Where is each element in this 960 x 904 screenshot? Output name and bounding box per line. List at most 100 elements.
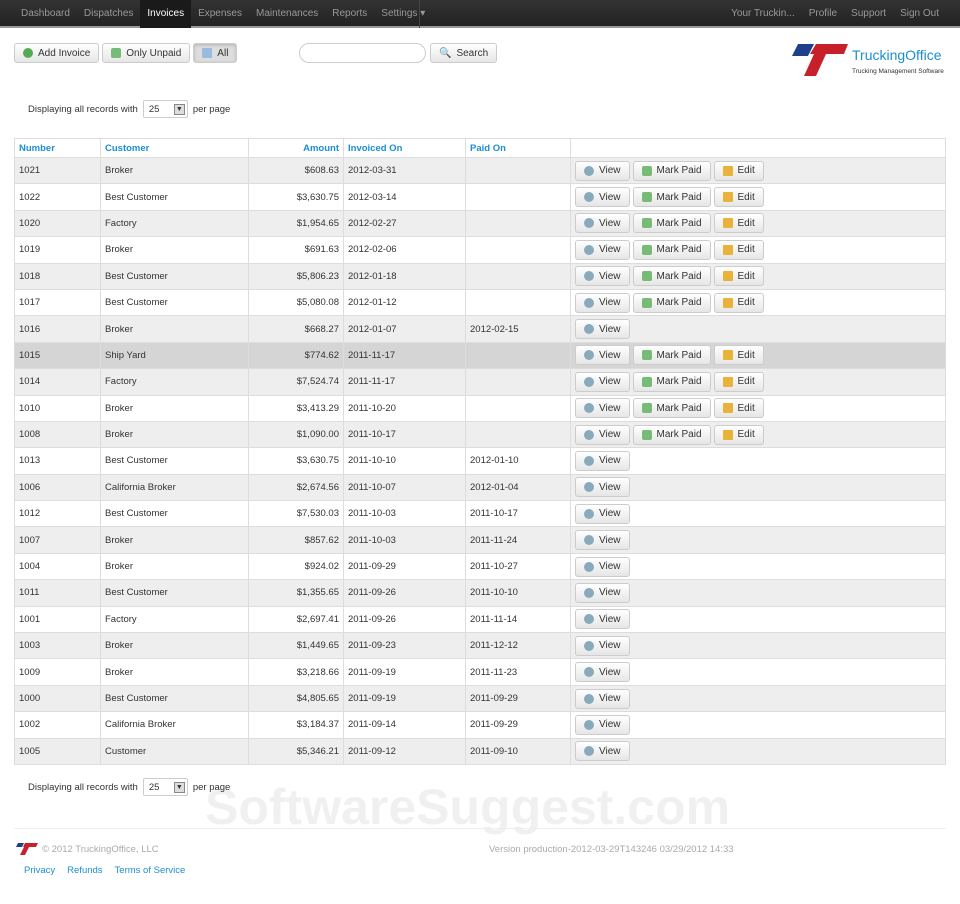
mark-paid-button[interactable]: Mark Paid	[632, 187, 711, 208]
view-button[interactable]: View	[575, 503, 630, 524]
footer-link-refunds[interactable]: Refunds	[67, 865, 102, 876]
view-button[interactable]: View	[575, 266, 630, 287]
table-row[interactable]: 1022 Best Customer $3,630.75 2012-03-14 View…	[14, 183, 946, 211]
nav-right-0[interactable]: Your Truckin...	[724, 0, 802, 27]
table-row[interactable]: 1016 Broker $668.27 2012-01-07 2012-02-15 Vie…	[14, 315, 946, 343]
edit-button[interactable]: Edit	[713, 213, 764, 234]
table-row[interactable]: 1018 Best Customer $5,806.23 2012-01-18 View…	[14, 262, 946, 290]
footer-link-privacy[interactable]: Privacy	[24, 865, 55, 876]
column-header[interactable]: Invoiced On	[343, 138, 466, 158]
table-row[interactable]: 1020 Factory $1,954.65 2012-02-27 View Mark P…	[14, 209, 946, 237]
mark-paid-button[interactable]: Mark Paid	[632, 213, 711, 234]
view-button[interactable]: View	[575, 477, 630, 498]
view-icon	[584, 693, 594, 704]
view-label: View	[599, 481, 621, 493]
view-button[interactable]: View	[575, 398, 630, 419]
view-button[interactable]: View	[575, 292, 630, 313]
column-header[interactable]: Customer	[100, 138, 249, 158]
add-invoice-button[interactable]: Add Invoice	[14, 43, 100, 63]
view-button[interactable]: View	[575, 213, 630, 234]
mark-paid-button[interactable]: Mark Paid	[632, 424, 711, 445]
view-button[interactable]: View	[575, 345, 630, 366]
table-row[interactable]: 1006 California Broker $2,674.56 2011-10-07…	[14, 473, 946, 501]
view-button[interactable]: View	[575, 582, 630, 603]
table-row[interactable]: 1021 Broker $608.63 2012-03-31 View Mark Paid…	[14, 156, 946, 184]
search-button[interactable]: 🔍 Search	[430, 43, 498, 63]
column-header[interactable]: Number	[14, 138, 101, 158]
trucking-office-logo[interactable]: TruckingOffice Trucking Management Softw…	[790, 42, 950, 82]
only-unpaid-button[interactable]: Only Unpaid	[102, 43, 191, 63]
nav-invoices[interactable]: Invoices	[140, 0, 192, 28]
table-row[interactable]: 1017 Best Customer $5,080.08 2012-01-12 View…	[14, 288, 946, 316]
nav-dispatches[interactable]: Dispatches	[77, 0, 140, 28]
mark-paid-button[interactable]: Mark Paid	[632, 266, 711, 287]
view-button[interactable]: View	[575, 530, 630, 551]
nav-dashboard[interactable]: Dashboard	[14, 0, 77, 28]
edit-button[interactable]: Edit	[713, 371, 764, 392]
footer-link-terms-of-service[interactable]: Terms of Service	[115, 865, 186, 876]
per-page-value: 25	[148, 781, 160, 793]
amount-cell: $608.63	[248, 156, 344, 184]
table-row[interactable]: 1010 Broker $3,413.29 2011-10-20 View Mark Pa…	[14, 394, 946, 422]
mark-paid-button[interactable]: Mark Paid	[632, 160, 711, 181]
mark-paid-button[interactable]: Mark Paid	[632, 398, 711, 419]
actions-cell: View	[570, 737, 946, 765]
nav-settings[interactable]: Settings ▾	[374, 0, 432, 28]
mark-paid-button[interactable]: Mark Paid	[632, 345, 711, 366]
view-button[interactable]: View	[575, 662, 630, 683]
all-button[interactable]: All	[193, 43, 238, 63]
nav-right-3[interactable]: Sign Out	[893, 0, 946, 27]
table-row[interactable]: 1005 Customer $5,346.21 2011-09-12 2011-09-1…	[14, 737, 946, 765]
view-button[interactable]: View	[575, 714, 630, 735]
edit-button[interactable]: Edit	[713, 239, 764, 260]
edit-button[interactable]: Edit	[713, 266, 764, 287]
edit-button[interactable]: Edit	[713, 292, 764, 313]
table-row[interactable]: 1019 Broker $691.63 2012-02-06 View Mark Paid…	[14, 236, 946, 264]
nav-expenses[interactable]: Expenses	[191, 0, 249, 28]
table-row[interactable]: 1002 California Broker $3,184.37 2011-09-14…	[14, 711, 946, 739]
column-header[interactable]: Amount	[248, 138, 344, 158]
table-row[interactable]: 1012 Best Customer $7,530.03 2011-10-03 2011…	[14, 500, 946, 527]
view-button[interactable]: View	[575, 319, 630, 340]
view-button[interactable]: View	[575, 239, 630, 260]
view-button[interactable]: View	[575, 450, 630, 471]
table-row[interactable]: 1000 Best Customer $4,805.65 2011-09-19 2011…	[14, 684, 946, 712]
mark-paid-button[interactable]: Mark Paid	[632, 292, 711, 313]
view-button[interactable]: View	[575, 556, 630, 577]
view-button[interactable]: View	[575, 424, 630, 445]
view-button[interactable]: View	[575, 371, 630, 392]
edit-button[interactable]: Edit	[713, 345, 764, 366]
search-input[interactable]	[299, 43, 426, 63]
view-button[interactable]: View	[575, 688, 630, 709]
view-button[interactable]: View	[575, 741, 630, 762]
column-header[interactable]: Paid On	[465, 138, 571, 158]
nav-reports[interactable]: Reports	[325, 0, 374, 28]
edit-button[interactable]: Edit	[713, 160, 764, 181]
edit-button[interactable]: Edit	[713, 398, 764, 419]
view-button[interactable]: View	[575, 609, 630, 630]
table-row[interactable]: 1008 Broker $1,090.00 2011-10-17 View Mark Pa…	[14, 420, 946, 448]
table-row[interactable]: 1013 Best Customer $3,630.75 2011-10-10 2012…	[14, 447, 946, 475]
per-page-select[interactable]: 25 ▼	[142, 778, 188, 796]
edit-button[interactable]: Edit	[713, 424, 764, 445]
view-button[interactable]: View	[575, 187, 630, 208]
mark-paid-icon	[641, 271, 652, 282]
table-row[interactable]: 1009 Broker $3,218.66 2011-09-19 2011-11-23 V…	[14, 658, 946, 686]
table-row[interactable]: 1015 Ship Yard $774.62 2011-11-17 View Mark P…	[14, 341, 946, 369]
table-row[interactable]: 1003 Broker $1,449.65 2011-09-23 2011-12-12 V…	[14, 632, 946, 659]
table-row[interactable]: 1004 Broker $924.02 2011-09-29 2011-10-27 Vie…	[14, 552, 946, 580]
view-button[interactable]: View	[575, 635, 630, 656]
view-button[interactable]: View	[575, 160, 630, 181]
table-row[interactable]: 1007 Broker $857.62 2011-10-03 2011-11-24 Vie…	[14, 526, 946, 554]
mark-paid-button[interactable]: Mark Paid	[632, 239, 711, 260]
per-page-select[interactable]: 25 ▼	[142, 100, 188, 118]
table-row[interactable]: 1014 Factory $7,524.74 2011-11-17 View Mark P…	[14, 368, 946, 396]
mark-paid-button[interactable]: Mark Paid	[632, 371, 711, 392]
table-row[interactable]: 1001 Factory $2,697.41 2011-09-26 2011-11-14…	[14, 605, 946, 633]
nav-right-2[interactable]: Support	[844, 0, 893, 27]
nav-maintenances[interactable]: Maintenances	[249, 0, 325, 28]
nav-right-1[interactable]: Profile	[802, 0, 844, 27]
edit-button[interactable]: Edit	[713, 187, 764, 208]
table-row[interactable]: 1011 Best Customer $1,355.65 2011-09-26 2011…	[14, 579, 946, 607]
invoiced-on-cell: 2012-02-06	[343, 236, 466, 264]
